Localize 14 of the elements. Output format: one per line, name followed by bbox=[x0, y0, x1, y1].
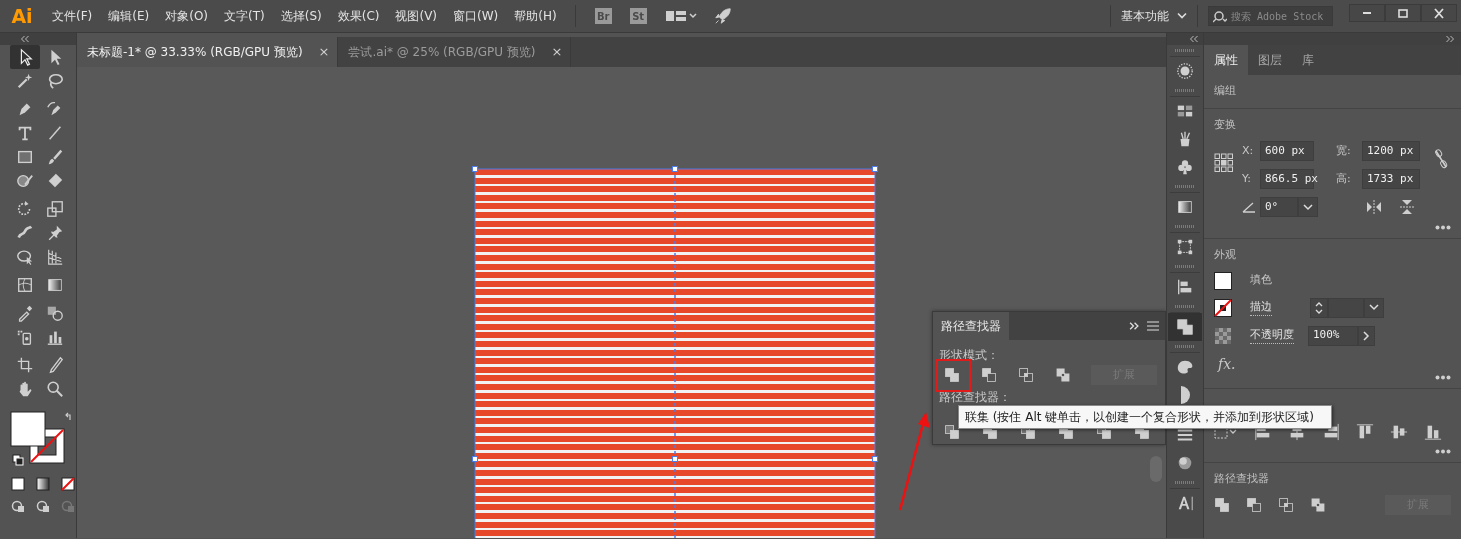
tab-title: 未标题-1* @ 33.33% (RGB/GPU 预览) bbox=[87, 44, 303, 61]
field-label: X: bbox=[1242, 142, 1255, 159]
section-label: 路径查找器： bbox=[938, 389, 1012, 404]
section-title: 外观 bbox=[1214, 247, 1237, 263]
tab-title: 尝试.ai* @ 25% (RGB/GPU 预览) bbox=[348, 44, 536, 61]
section-title: 路径查找器 bbox=[1214, 470, 1270, 487]
field-label: 高: bbox=[1336, 170, 1352, 187]
field-label: 宽: bbox=[1336, 142, 1352, 159]
fill-label: 填色 bbox=[1250, 272, 1272, 289]
app-logo: Ai bbox=[10, 3, 34, 29]
field-label: Y: bbox=[1242, 170, 1252, 187]
selection-type-label: 编组 bbox=[1214, 83, 1237, 99]
tooltip: 联集 (按住 Alt 键单击，以创建一个复合形状，并添加到形状区域) bbox=[958, 405, 1332, 429]
section-title: 变换 bbox=[1214, 116, 1237, 133]
